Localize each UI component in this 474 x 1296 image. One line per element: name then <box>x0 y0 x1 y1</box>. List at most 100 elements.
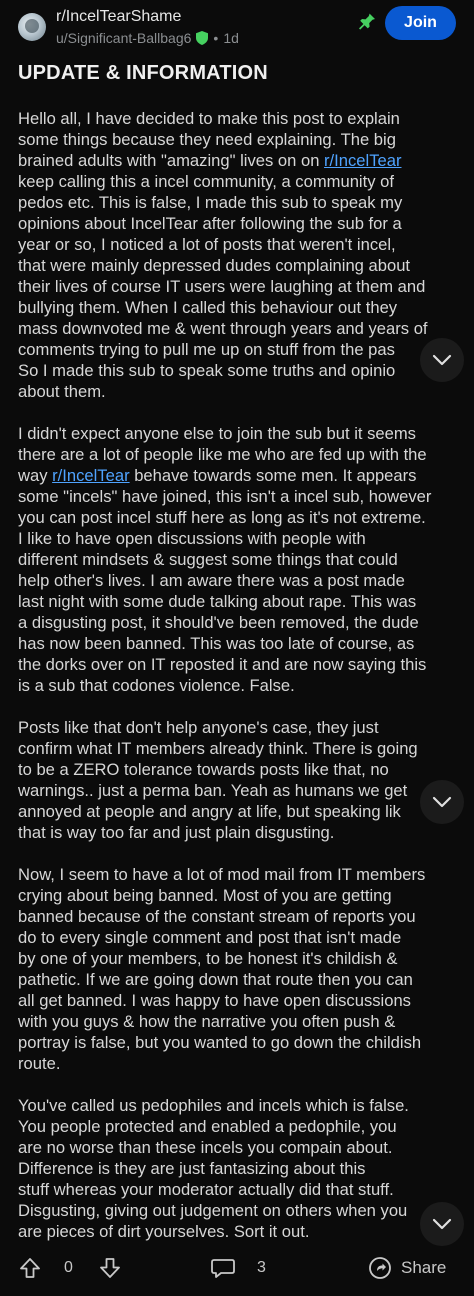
post-age: 1d <box>223 30 239 46</box>
post-text-line: the dorks over on IT reposted it and are… <box>18 654 458 675</box>
post-text-line: different mindsets & suggest some things… <box>18 549 458 570</box>
post-text-line: You people protected and enabled a pedop… <box>18 1116 458 1137</box>
post-text-line: annoyed at people and angry at life, but… <box>18 801 458 822</box>
text-segment: brained adults with "amazing" lives on o… <box>18 151 325 170</box>
upvote-button[interactable] <box>18 1248 42 1288</box>
text-segment: some things because they need explaining… <box>18 130 396 149</box>
post-text-line: Now, I seem to have a lot of mod mail fr… <box>18 864 458 885</box>
post-paragraph: I didn't expect anyone else to join the … <box>18 423 458 696</box>
post-text-line: bullying them. When I called this behavi… <box>18 297 458 318</box>
scroll-down-button[interactable] <box>420 338 464 382</box>
post-text-line: about them. <box>18 381 458 402</box>
text-segment: banned because of the constant stream of… <box>18 907 416 926</box>
mod-shield-icon <box>196 31 209 45</box>
text-segment: year or so, I noticed a lot of posts tha… <box>18 235 396 254</box>
share-icon <box>369 1257 391 1279</box>
post-text-line: is a sub that codones violence. False. <box>18 675 458 696</box>
text-segment: that is way too far and just plain disgu… <box>18 823 335 842</box>
post-text-line: comments trying to pull me up on stuff f… <box>18 339 458 360</box>
text-segment: You've called us pedophiles and incels w… <box>18 1096 409 1115</box>
upvote-icon <box>20 1258 40 1278</box>
post-text-line: You've called us pedophiles and incels w… <box>18 1095 458 1116</box>
post-paragraph: Hello all, I have decided to make this p… <box>18 108 458 402</box>
subreddit-link[interactable]: r/IncelTear <box>324 151 401 170</box>
comments-button[interactable] <box>210 1248 236 1288</box>
post-text-line: some "incels" have joined, this isn't a … <box>18 486 458 507</box>
text-segment: behave towards some men. It appears <box>129 466 417 485</box>
post-title: UPDATE & INFORMATION <box>18 62 268 84</box>
text-segment: with you guys & how the narrative you of… <box>18 1012 396 1031</box>
author-line: u/Significant-Ballbag6 • 1d <box>56 30 239 46</box>
text-segment: route. <box>18 1054 61 1073</box>
scroll-down-button[interactable] <box>420 780 464 824</box>
chevron-down-icon <box>432 796 452 808</box>
text-segment: help other's lives. I am aware there was… <box>18 571 405 590</box>
text-segment: Difference is they are just fantasizing … <box>18 1159 366 1178</box>
text-segment: Disgusting, giving out judgement on othe… <box>18 1201 408 1220</box>
text-segment: confirm what IT members already think. T… <box>18 739 418 758</box>
text-segment: pathetic. If we are going down that rout… <box>18 970 413 989</box>
post-paragraph: Now, I seem to have a lot of mod mail fr… <box>18 864 458 1074</box>
share-label: Share <box>401 1258 447 1277</box>
post-paragraph: Posts like that don't help anyone's case… <box>18 717 458 843</box>
post-text-line: stuff whereas your moderator actually di… <box>18 1179 458 1200</box>
post-text-line: way r/IncelTear behave towards some men.… <box>18 465 458 486</box>
post-text-line: banned because of the constant stream of… <box>18 906 458 927</box>
text-segment: warnings.. just a perma ban. Yeah as hum… <box>18 781 408 800</box>
post-action-bar: 0 3 Share <box>0 1248 474 1288</box>
post-header: r/IncelTearShame u/Significant-Ballbag6 … <box>0 0 474 56</box>
text-segment: pedos etc. This is false, I made this su… <box>18 193 403 212</box>
join-button[interactable]: Join <box>385 6 456 40</box>
author-name[interactable]: u/Significant-Ballbag6 <box>56 30 191 46</box>
post-text-line: do to every single comment and post that… <box>18 927 458 948</box>
text-segment: that were mainly depressed dudes complai… <box>18 256 411 275</box>
post-text-line: mass downvoted me & went through years a… <box>18 318 458 339</box>
subreddit-link[interactable]: r/IncelTear <box>52 466 129 485</box>
subreddit-avatar[interactable] <box>18 13 46 41</box>
post-text-line: Posts like that don't help anyone's case… <box>18 717 458 738</box>
scroll-down-button[interactable] <box>420 1202 464 1246</box>
post-text-line: crying about being banned. Most of you a… <box>18 885 458 906</box>
text-segment: Hello all, I have decided to make this p… <box>18 109 400 128</box>
post-text-line: some things because they need explaining… <box>18 129 458 150</box>
text-segment: opinions about IncelTear after following… <box>18 214 402 233</box>
post-text-line: opinions about IncelTear after following… <box>18 213 458 234</box>
post-text-line: route. <box>18 1053 458 1074</box>
subreddit-name[interactable]: r/IncelTearShame <box>56 8 181 26</box>
text-segment: comments trying to pull me up on stuff f… <box>18 340 395 359</box>
text-segment: I like to have open discussions with peo… <box>18 529 366 548</box>
text-segment: So I made this sub to speak some truths … <box>18 361 396 380</box>
comment-count: 3 <box>257 1259 266 1276</box>
downvote-button[interactable] <box>98 1248 122 1288</box>
share-button[interactable]: Share <box>368 1248 446 1288</box>
post-text-line: a disgusting post, it should've been rem… <box>18 612 458 633</box>
post-text-line: are pieces of dirt yourselves. Sort it o… <box>18 1221 458 1242</box>
text-segment: way <box>18 466 53 485</box>
post-text-line: brained adults with "amazing" lives on o… <box>18 150 458 171</box>
text-segment: by one of your members, to be honest it'… <box>18 949 398 968</box>
chevron-down-icon <box>432 1218 452 1230</box>
post-text-line: Hello all, I have decided to make this p… <box>18 108 458 129</box>
post-text-line: are no worse than these incels you compa… <box>18 1137 458 1158</box>
text-segment: are no worse than these incels you compa… <box>18 1138 393 1157</box>
post-text-line: all get banned. I was happy to have open… <box>18 990 458 1011</box>
post-text-line: confirm what IT members already think. T… <box>18 738 458 759</box>
downvote-icon <box>100 1258 120 1278</box>
text-segment: Posts like that don't help anyone's case… <box>18 718 379 737</box>
post-text-line: that were mainly depressed dudes complai… <box>18 255 458 276</box>
text-segment: all get banned. I was happy to have open… <box>18 991 411 1010</box>
post-paragraph: You've called us pedophiles and incels w… <box>18 1095 458 1242</box>
text-segment: has now been banned. This was too late o… <box>18 634 415 653</box>
text-segment: I didn't expect anyone else to join the … <box>18 424 416 443</box>
post-text-line: I like to have open discussions with peo… <box>18 528 458 549</box>
post-text-line: there are a lot of people like me who ar… <box>18 444 458 465</box>
post-text-line: help other's lives. I am aware there was… <box>18 570 458 591</box>
text-segment: a disgusting post, it should've been rem… <box>18 613 419 632</box>
post-text-line: to be a ZERO tolerance towards posts lik… <box>18 759 458 780</box>
post-text-line: has now been banned. This was too late o… <box>18 633 458 654</box>
text-segment: stuff whereas your moderator actually di… <box>18 1180 394 1199</box>
post-text-line: I didn't expect anyone else to join the … <box>18 423 458 444</box>
text-segment: Now, I seem to have a lot of mod mail fr… <box>18 865 426 884</box>
text-segment: annoyed at people and angry at life, but… <box>18 802 401 821</box>
post-text-line: So I made this sub to speak some truths … <box>18 360 458 381</box>
